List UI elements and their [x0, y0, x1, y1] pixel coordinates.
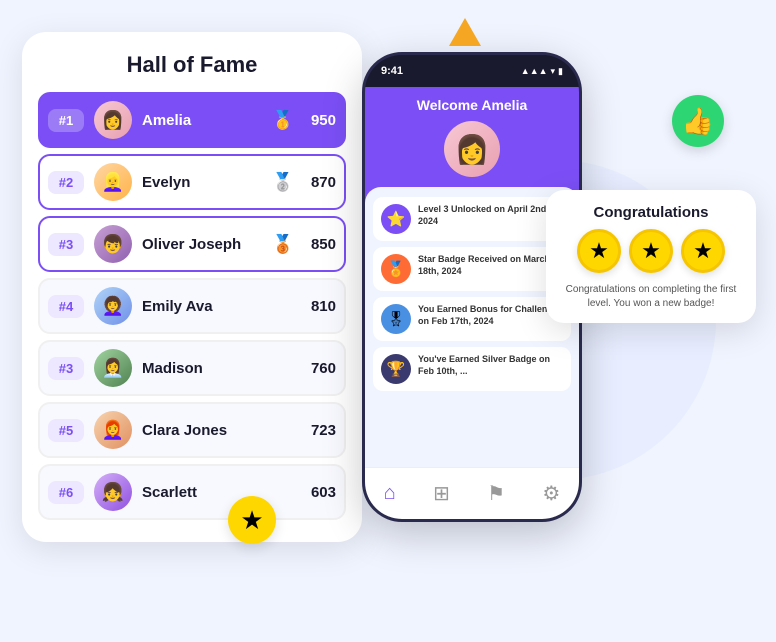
- player-score: 603: [300, 484, 336, 501]
- thumbs-up-icon: 👍: [682, 106, 714, 137]
- table-row[interactable]: #4 👩‍🦱 Emily Ava 810: [38, 278, 346, 334]
- table-row[interactable]: #1 👩 Amelia 🥇 950: [38, 92, 346, 148]
- avatar: 👩‍🦰: [94, 411, 132, 449]
- rank-badge: #3: [48, 233, 84, 256]
- activity-text: Level 3 Unlocked on April 2nd, 2024: [418, 204, 563, 227]
- phone-notch: [437, 55, 507, 73]
- player-score: 723: [300, 422, 336, 439]
- phone-time: 9:41: [381, 65, 403, 77]
- player-score: 850: [300, 236, 336, 253]
- star-icon: ★: [240, 505, 263, 536]
- rank-badge: #5: [48, 419, 84, 442]
- congrats-title: Congratulations: [560, 204, 742, 221]
- table-row[interactable]: #6 👧 Scarlett 603: [38, 464, 346, 520]
- star-icon-3: ★: [693, 238, 713, 264]
- thumbs-up-badge: 👍: [672, 95, 724, 147]
- avatar: 👩‍💼: [94, 349, 132, 387]
- player-score: 950: [300, 112, 336, 129]
- avatar: 👦: [94, 225, 132, 263]
- list-item[interactable]: 🏅 Star Badge Received on March 18th, 202…: [373, 247, 571, 291]
- nav-home-icon[interactable]: ⌂: [384, 482, 396, 505]
- player-name: Oliver Joseph: [142, 236, 272, 253]
- star-bottom-decoration: ★: [228, 496, 276, 544]
- player-name: Emily Ava: [142, 298, 300, 315]
- list-item[interactable]: ⭐ Level 3 Unlocked on April 2nd, 2024: [373, 197, 571, 241]
- rank-badge: #1: [48, 109, 84, 132]
- player-score: 870: [300, 174, 336, 191]
- activity-text: You've Earned Silver Badge on Feb 10th, …: [418, 354, 563, 377]
- player-score: 760: [300, 360, 336, 377]
- avatar: 👱‍♀️: [94, 163, 132, 201]
- activity-text: Star Badge Received on March 18th, 2024: [418, 254, 563, 277]
- star-icon-1: ★: [589, 238, 609, 264]
- hall-of-fame-card: Hall of Fame #1 👩 Amelia 🥇 950 #2 👱‍♀️ E…: [22, 32, 362, 542]
- triangle-decoration: [449, 18, 481, 46]
- activity-icon-badge: 🏅: [381, 254, 411, 284]
- player-score: 810: [300, 298, 336, 315]
- nav-settings-icon[interactable]: ⚙: [542, 481, 560, 506]
- table-row[interactable]: #3 👩‍💼 Madison 760: [38, 340, 346, 396]
- signal-icon: ▲▲▲: [521, 66, 548, 76]
- medal-icon: 🥈: [272, 172, 294, 193]
- hall-of-fame-title: Hall of Fame: [38, 52, 346, 78]
- list-item[interactable]: 🎖 You Earned Bonus for Challenge on Feb …: [373, 297, 571, 341]
- player-name: Evelyn: [142, 174, 272, 191]
- congratulations-popup: Congratulations ★ ★ ★ Congratulations on…: [546, 190, 756, 323]
- player-name: Scarlett: [142, 484, 300, 501]
- nav-leaderboard-icon[interactable]: ⚑: [487, 481, 505, 506]
- phone-welcome-text: Welcome Amelia: [365, 87, 579, 113]
- activity-text: You Earned Bonus for Challenge on Feb 17…: [418, 304, 563, 327]
- table-row[interactable]: #3 👦 Oliver Joseph 🥉 850: [38, 216, 346, 272]
- player-name: Madison: [142, 360, 300, 377]
- list-item[interactable]: 🏆 You've Earned Silver Badge on Feb 10th…: [373, 347, 571, 391]
- rank-badge: #4: [48, 295, 84, 318]
- player-name: Clara Jones: [142, 422, 300, 439]
- avatar: 👧: [94, 473, 132, 511]
- medal-icon: 🥇: [272, 110, 294, 131]
- phone-avatar: 👩: [444, 121, 500, 177]
- phone-status-icons: ▲▲▲ ▾ ▮: [521, 66, 563, 77]
- star-coin-3: ★: [681, 229, 725, 273]
- player-name: Amelia: [142, 112, 272, 129]
- wifi-icon: ▾: [551, 66, 556, 77]
- avatar-face-icon: 👩: [455, 133, 490, 166]
- activity-icon-silver: 🏆: [381, 354, 411, 384]
- rank-badge: #3: [48, 357, 84, 380]
- table-row[interactable]: #5 👩‍🦰 Clara Jones 723: [38, 402, 346, 458]
- phone-navbar: ⌂ ⊞ ⚑ ⚙: [365, 467, 579, 519]
- rank-badge: #6: [48, 481, 84, 504]
- activity-icon-bonus: 🎖: [381, 304, 411, 334]
- star-coin-2: ★: [629, 229, 673, 273]
- avatar: 👩‍🦱: [94, 287, 132, 325]
- star-coin-1: ★: [577, 229, 621, 273]
- avatar: 👩: [94, 101, 132, 139]
- battery-icon: ▮: [558, 66, 563, 77]
- table-row[interactable]: #2 👱‍♀️ Evelyn 🥈 870: [38, 154, 346, 210]
- congrats-description: Congratulations on completing the first …: [560, 283, 742, 311]
- activity-icon-level: ⭐: [381, 204, 411, 234]
- star-icon-2: ★: [641, 238, 661, 264]
- stars-row: ★ ★ ★: [560, 229, 742, 273]
- medal-icon: 🥉: [272, 234, 294, 255]
- nav-grid-icon[interactable]: ⊞: [433, 481, 450, 506]
- rank-badge: #2: [48, 171, 84, 194]
